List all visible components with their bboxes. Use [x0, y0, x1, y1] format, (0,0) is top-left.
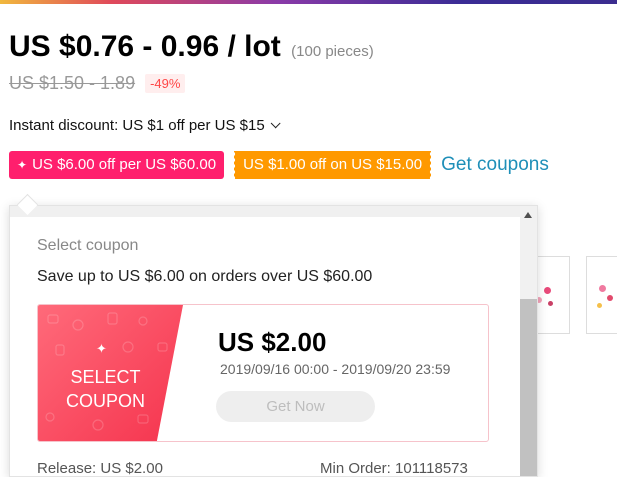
get-coupons-link[interactable]: Get coupons — [441, 154, 549, 176]
chevron-down-icon — [270, 118, 281, 129]
discount-badge: -49% — [145, 74, 186, 93]
spark-icon: ✦ — [96, 341, 107, 356]
thumbnail-image — [599, 285, 606, 292]
popup-title: Select coupon — [37, 237, 139, 254]
spark-icon: ✦ — [17, 158, 28, 172]
top-banner-strip — [0, 0, 617, 4]
thumbnail-image — [597, 303, 602, 308]
triangle-up-icon[interactable] — [524, 212, 532, 218]
product-thumbnail[interactable] — [586, 256, 617, 334]
coupon-badge: ✦ SELECT COUPON — [38, 305, 183, 441]
price-range: US $0.76 - 0.96 / lot (100 pieces) — [9, 30, 374, 64]
store-coupon-label: US $6.00 off per US $60.00 — [32, 156, 217, 173]
thumbnail-image — [548, 301, 553, 306]
coupon-min-order-text: Min Order: 101118573 — [320, 460, 468, 477]
thumbnail-image — [544, 287, 551, 294]
original-price-row: US $1.50 - 1.89 -49% — [9, 73, 186, 94]
popup-top-bar — [10, 206, 520, 217]
popup-scrollbar[interactable] — [520, 206, 537, 476]
coupon-badge-label: SELECT COUPON — [65, 367, 145, 411]
coupon-release-text: Release: US $2.00 — [37, 460, 163, 477]
unit-note: (100 pieces) — [291, 43, 374, 60]
coupon-card: ✦ SELECT COUPON US $2.00 2019/09/16 00:0… — [37, 304, 489, 442]
store-coupon-tag[interactable]: ✦ US $6.00 off per US $60.00 — [9, 151, 225, 179]
instant-discount-label: Instant discount: US $1 off per US $15 — [9, 117, 265, 134]
coupon-valid-dates: 2019/09/16 00:00 - 2019/09/20 23:59 — [220, 361, 451, 377]
coupon-tags-row: ✦ US $6.00 off per US $60.00 US $1.00 of… — [9, 151, 549, 179]
get-now-button[interactable]: Get Now — [216, 391, 375, 422]
select-coupon-label: US $1.00 off on US $15.00 — [243, 156, 423, 173]
price-value: US $0.76 - 0.96 / lot — [9, 30, 281, 63]
save-description: Save up to US $6.00 on orders over US $6… — [37, 268, 373, 285]
thumbnail-image — [607, 295, 613, 301]
coupon-amount: US $2.00 — [218, 327, 327, 357]
select-coupon-tag[interactable]: US $1.00 off on US $15.00 — [233, 151, 433, 179]
select-coupon-popup: Select coupon Save up to US $6.00 on ord… — [9, 205, 538, 477]
scrollbar-thumb[interactable] — [520, 299, 537, 476]
instant-discount-dropdown[interactable]: Instant discount: US $1 off per US $15 — [9, 117, 281, 134]
original-price: US $1.50 - 1.89 — [9, 73, 136, 93]
